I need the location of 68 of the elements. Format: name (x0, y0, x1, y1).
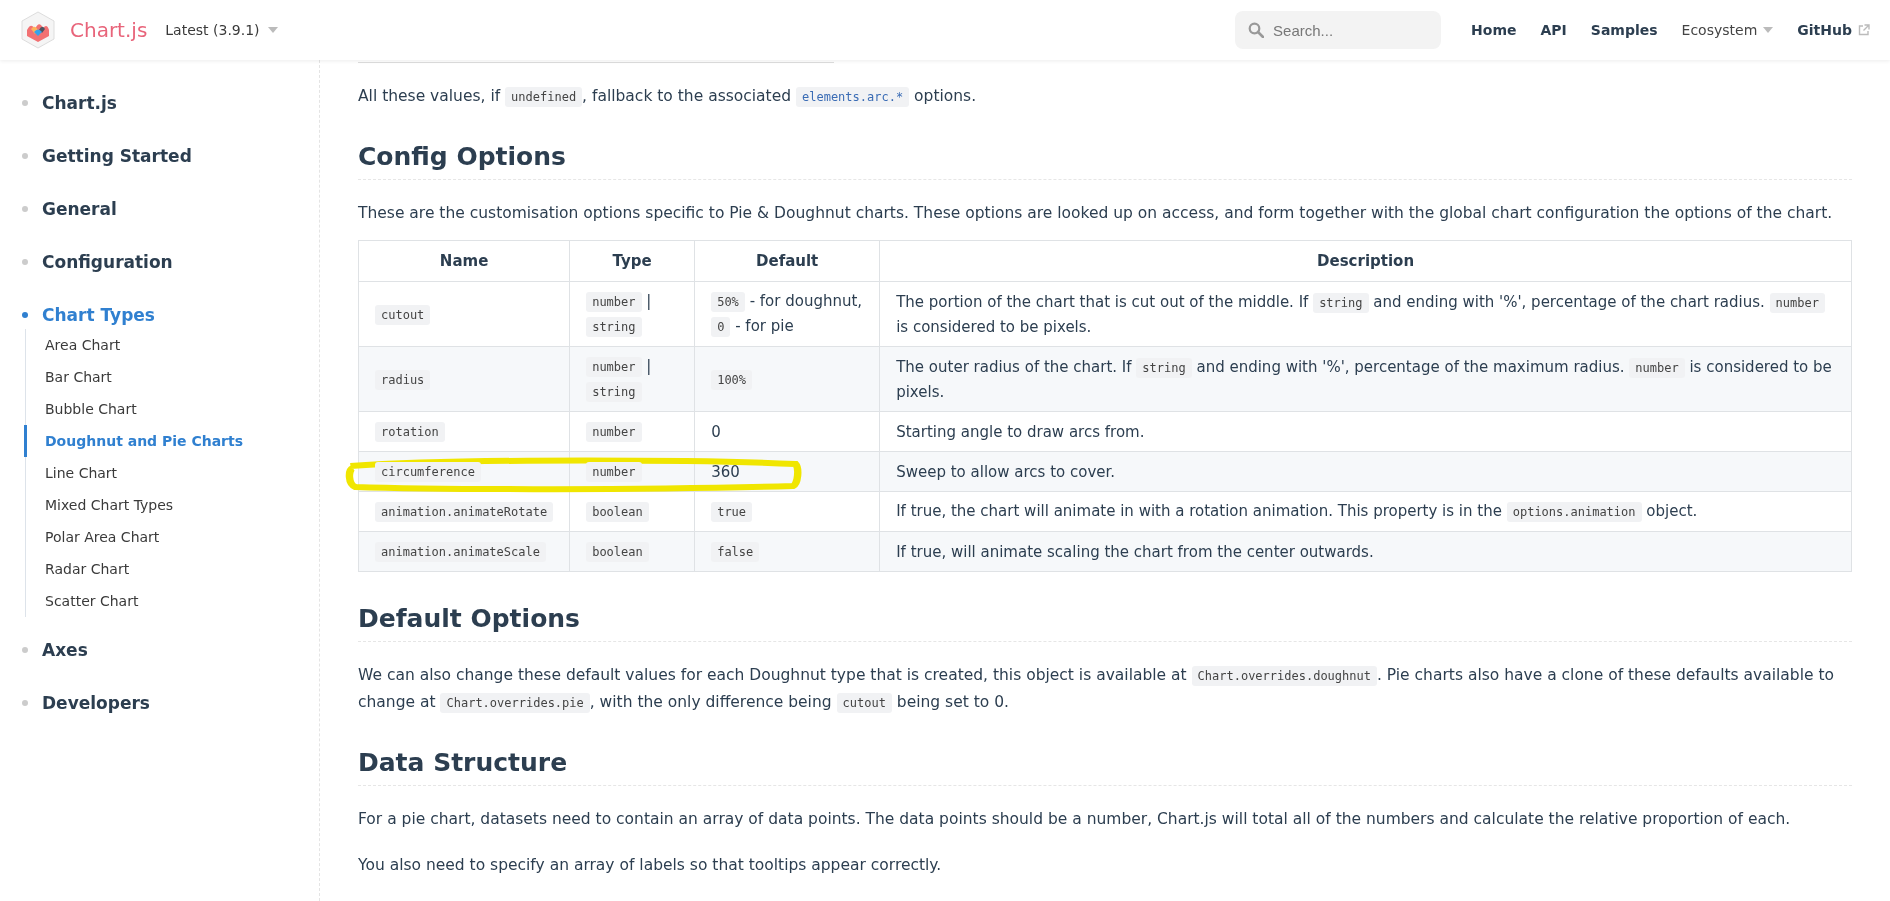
table-cell: The outer radius of the chart. If string and ending with '%', percentage of the maximum radius. number is considered to be pixels. (879, 346, 1852, 412)
table-cell: true (694, 491, 880, 532)
nav-link[interactable]: GitHub (1797, 22, 1870, 38)
table-cell: The portion of the chart that is cut out of the middle. If string and ending with '%', percentage of the chart radius. number is considered to be pixels. (879, 281, 1852, 347)
column-header: Description (879, 240, 1852, 282)
bullet-icon (22, 258, 28, 265)
section-heading: Config Options (358, 142, 1852, 180)
bullet-icon (22, 99, 28, 106)
sidebar-subitem[interactable]: Bar Chart (24, 361, 319, 393)
table-cell: number | string (569, 281, 695, 347)
external-link-icon (1858, 24, 1870, 36)
table-cell: number | string (569, 346, 695, 412)
sidebar-item[interactable]: Chart.js (42, 92, 117, 113)
bullet-icon (22, 699, 28, 706)
sidebar-subitem[interactable]: Area Chart (24, 329, 319, 361)
table-cell: cutout (358, 281, 570, 347)
column-header: Default (694, 240, 880, 282)
table-cell: If true, the chart will animate in with a rotation animation. This property is in the options.animation object. (879, 491, 1852, 532)
sidebar-subitem[interactable]: Scatter Chart (24, 585, 319, 617)
sidebar-subitem[interactable]: Bubble Chart (24, 393, 319, 425)
sidebar-item[interactable]: Developers (42, 692, 150, 713)
table-cell: Sweep to allow arcs to cover. (879, 451, 1852, 492)
table-cell: Starting angle to draw arcs from. (879, 411, 1852, 452)
nav-dropdown[interactable]: Ecosystem (1681, 22, 1774, 38)
column-header: Name (358, 240, 570, 282)
nav-link[interactable]: Samples (1590, 22, 1658, 38)
paragraph: All these values, if undefined , fallback to the associated elements.arc.* options. (358, 86, 978, 109)
table-cell: 50% - for doughnut, 0 - for pie (694, 281, 880, 347)
table-cell: boolean (569, 531, 695, 572)
sidebar-subitem[interactable]: Line Chart (24, 457, 319, 489)
column-header: Type (569, 240, 695, 282)
sidebar-item[interactable]: Chart Types (42, 304, 155, 325)
caret-icon (1763, 26, 1774, 34)
table-cell: boolean (569, 491, 695, 532)
table-cell: animation.animateScale (358, 531, 570, 572)
search-icon (1248, 22, 1265, 38)
paragraph: We can also change these default values for each Doughnut type that is created, this object is available at Chart.overrides.doughnut . Pie charts also have a clone of these defaults available to change at Chart.overrides.pie , with the only difference being cutout being set to 0. (358, 665, 1835, 715)
bullet-icon (22, 646, 28, 653)
nav-link[interactable]: Home (1471, 22, 1517, 38)
sidebar-subitem[interactable]: Doughnut and Pie Charts (24, 425, 319, 457)
nav-link[interactable]: API (1540, 22, 1567, 38)
logo-icon[interactable] (18, 10, 58, 50)
table-cell: number (569, 411, 695, 452)
bullet-icon (22, 205, 28, 212)
table-cell: false (694, 531, 880, 572)
section-heading: Default Options (358, 604, 1852, 642)
sidebar-subitem[interactable]: Polar Area Chart (24, 521, 319, 553)
sidebar-item[interactable]: General (42, 198, 117, 219)
paragraph: These are the customisation options specific to Pie & Doughnut charts. These options are looked up on access, and form together with the global chart configuration the options of the chart. (358, 203, 1834, 224)
caret-icon (267, 26, 278, 34)
table-cell: 0 (694, 411, 880, 452)
sidebar-item[interactable]: Getting Started (42, 145, 192, 166)
sidebar-subitem[interactable]: Radar Chart (24, 553, 319, 585)
bullet-icon (22, 152, 28, 159)
paragraph: You also need to specify an array of labels so that tooltips appear correctly. (358, 855, 943, 876)
table-cell: If true, will animate scaling the chart from the center outwards. (879, 531, 1852, 572)
table-cell: animation.animateRotate (358, 491, 570, 532)
sidebar-item[interactable]: Axes (42, 639, 88, 660)
sidebar-item[interactable]: Configuration (42, 251, 173, 272)
search-field[interactable]: Search... (1235, 11, 1442, 49)
table-cell: rotation (358, 411, 570, 452)
table-cell: 100% (694, 346, 880, 412)
table-cell: radius (358, 346, 570, 412)
section-heading: Data Structure (358, 748, 1852, 786)
version-dropdown[interactable]: Latest (3.9.1) (165, 22, 278, 38)
bullet-icon (22, 311, 28, 318)
sidebar-subitem[interactable]: Mixed Chart Types (24, 489, 319, 521)
paragraph: For a pie chart, datasets need to contain an array of data points. The data points should be a number, Chart.js will total all of the numbers and calculate the relative proportion of each. (358, 809, 1792, 830)
